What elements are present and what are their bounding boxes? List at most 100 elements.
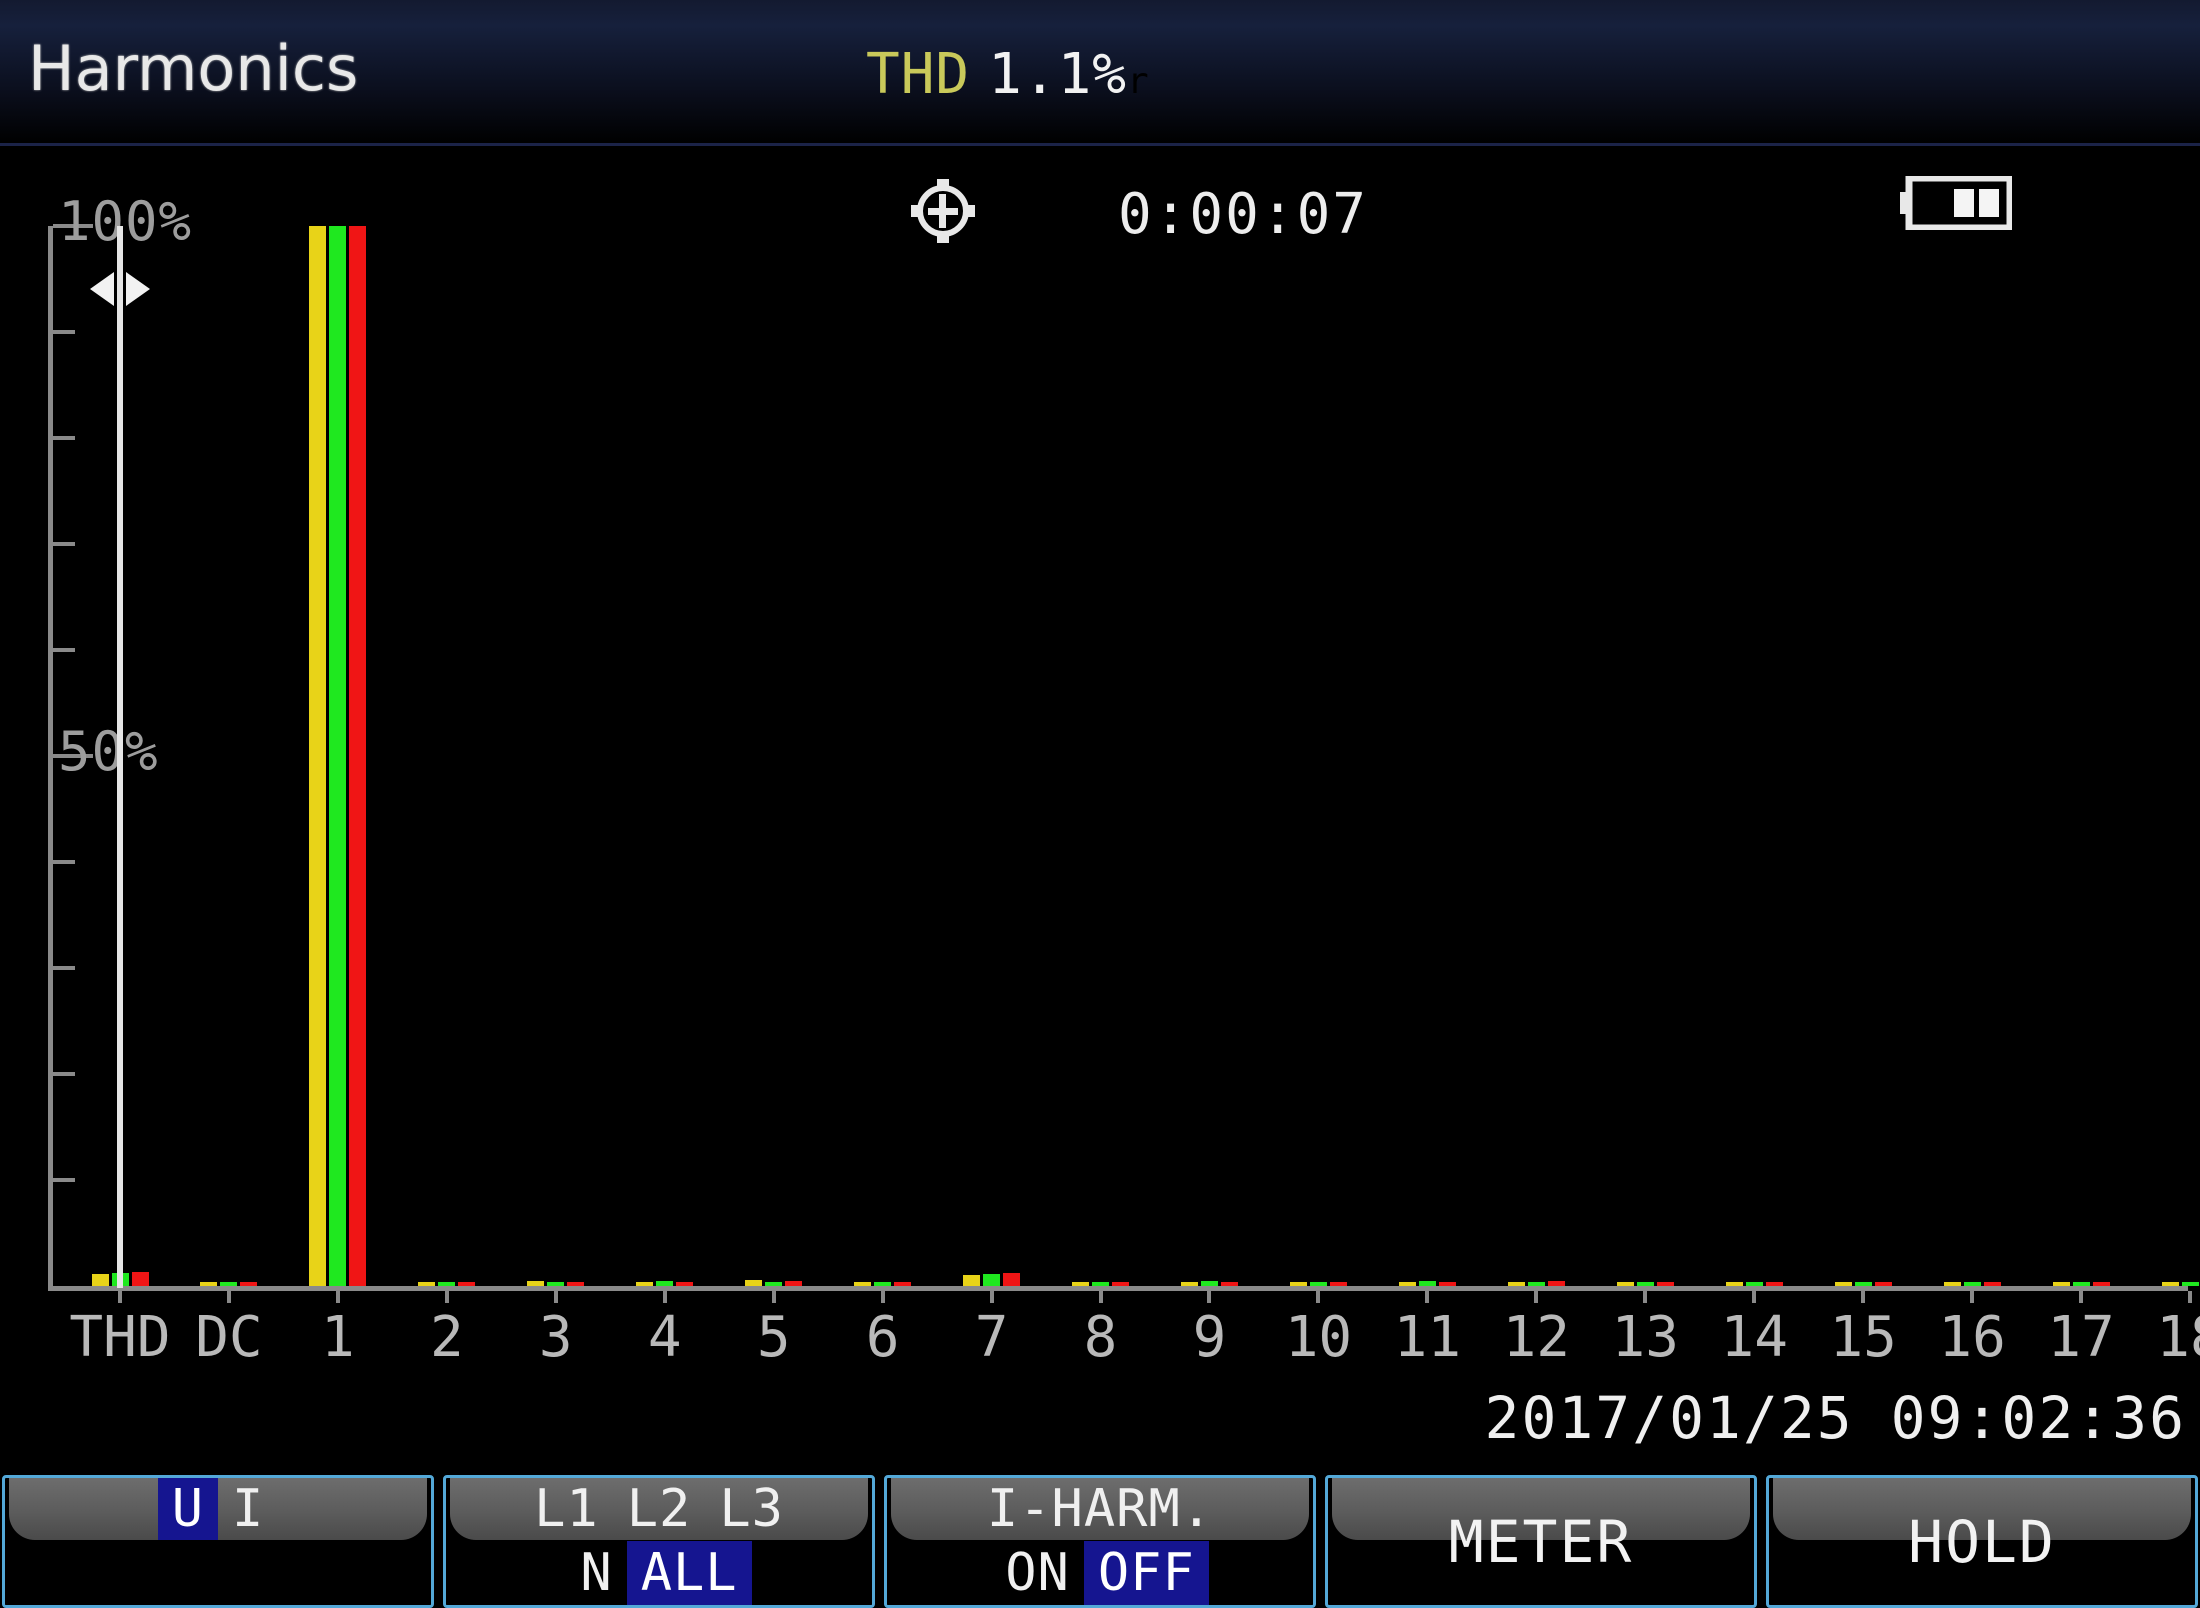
x-tick <box>118 1291 122 1303</box>
harmonic-bar <box>1200 1280 1218 1286</box>
harmonic-bar <box>1527 1281 1545 1286</box>
softkey-meter[interactable]: METER <box>1325 1475 1757 1608</box>
x-tick <box>771 1291 776 1303</box>
x-axis-label: 6 <box>865 1305 900 1370</box>
harmonic-bar <box>527 1280 545 1286</box>
harmonic-bar <box>1003 1273 1021 1286</box>
x-tick <box>1643 1291 1648 1303</box>
harmonic-bar <box>983 1274 1001 1286</box>
harmonic-bar <box>1398 1281 1416 1286</box>
x-tick <box>1207 1291 1212 1303</box>
softkey-bottom-row: N ALL <box>446 1540 872 1605</box>
datetime-readout: 2017/01/25 09:02:36 <box>1484 1384 2186 1452</box>
cursor-line[interactable] <box>117 226 123 1288</box>
harmonic-bar <box>2052 1282 2070 1286</box>
battery-icon <box>1900 176 2012 230</box>
harmonic-bar <box>200 1282 218 1286</box>
x-axis-label: 8 <box>1083 1305 1118 1370</box>
softkey-option[interactable]: I <box>218 1478 278 1541</box>
softkey-option[interactable]: L1 <box>520 1478 613 1541</box>
harmonic-bar <box>547 1281 565 1286</box>
softkey-signal-source[interactable]: UI <box>2 1475 434 1608</box>
harmonic-bar <box>1765 1281 1783 1286</box>
x-axis-label: 4 <box>647 1305 682 1370</box>
harmonic-bar <box>1963 1281 1981 1286</box>
softkey-option[interactable]: L3 <box>705 1478 798 1541</box>
x-tick <box>1098 1291 1103 1303</box>
harmonic-bar <box>1943 1282 1961 1286</box>
harmonic-bar <box>1112 1281 1130 1286</box>
harmonic-bar <box>349 226 367 1286</box>
harmonic-bar <box>1745 1282 1763 1286</box>
harmonic-bar <box>1854 1281 1872 1286</box>
x-tick <box>226 1291 231 1303</box>
softkey-label: METER <box>1448 1507 1634 1576</box>
softkey-phase-select[interactable]: L1 L2 L3 N ALL <box>443 1475 875 1608</box>
harmonic-bar <box>854 1282 872 1286</box>
x-tick <box>553 1291 558 1303</box>
x-tick <box>1534 1291 1539 1303</box>
harmonic-bar <box>1725 1281 1743 1286</box>
harmonic-bar <box>1180 1282 1198 1286</box>
harmonic-bar <box>329 226 347 1286</box>
harmonic-bar <box>636 1282 654 1286</box>
harmonic-bar <box>2181 1282 2199 1286</box>
cursor-arrows-icon[interactable] <box>82 268 158 310</box>
harmonic-bar <box>240 1281 258 1286</box>
x-axis-label: 1 <box>321 1305 355 1370</box>
x-axis-label: 17 <box>2047 1305 2115 1370</box>
x-axis <box>48 1286 2188 1291</box>
harmonic-bar <box>1220 1281 1238 1286</box>
x-tick <box>1861 1291 1866 1303</box>
x-axis-label: DC <box>195 1305 263 1370</box>
x-axis-label: 13 <box>1611 1305 1679 1370</box>
x-axis-label: 14 <box>1720 1305 1788 1370</box>
x-axis-label: 10 <box>1284 1305 1353 1370</box>
softkey-bottom-row <box>5 1540 431 1605</box>
harmonic-bar <box>91 1274 109 1286</box>
x-tick <box>1752 1291 1757 1303</box>
harmonic-bar <box>220 1282 238 1286</box>
harmonic-bar <box>2072 1282 2090 1286</box>
harmonic-bar <box>1309 1281 1327 1286</box>
softkey-top-bar: L1 L2 L3 <box>450 1478 868 1540</box>
page-title: Harmonics <box>28 32 359 105</box>
harmonic-bar <box>676 1281 694 1286</box>
softkey-option[interactable]: L2 <box>613 1478 706 1541</box>
thd-value: 1.1% <box>988 42 1128 107</box>
harmonic-bar <box>131 1272 149 1286</box>
harmonic-bar <box>1507 1282 1525 1286</box>
thd-label: THD <box>866 42 971 107</box>
harmonic-bar <box>567 1281 585 1286</box>
x-tick <box>1970 1291 1975 1303</box>
harmonic-bar <box>2092 1281 2110 1286</box>
softkey-option[interactable]: N <box>566 1541 626 1605</box>
harmonic-bar <box>1072 1281 1090 1286</box>
harmonic-bar <box>656 1280 674 1286</box>
harmonic-bar <box>1983 1281 2001 1286</box>
header-bar: Harmonics THD 1.1%r <box>0 0 2200 146</box>
harmonic-bar <box>458 1281 476 1286</box>
softkey-option[interactable]: ON <box>991 1541 1084 1605</box>
x-tick <box>880 1291 885 1303</box>
x-axis-label: THD <box>69 1305 171 1370</box>
softkey-option[interactable]: ALL <box>626 1540 752 1605</box>
softkey-i-harm[interactable]: I-HARM. ON OFF <box>884 1475 1316 1608</box>
x-tick <box>2188 1291 2192 1303</box>
x-axis-label: 11 <box>1393 1305 1462 1370</box>
x-axis-label: 5 <box>756 1305 791 1370</box>
softkey-option[interactable]: OFF <box>1083 1540 1209 1605</box>
x-tick <box>444 1291 449 1303</box>
harmonic-bar <box>1636 1281 1654 1286</box>
x-axis-label: 15 <box>1829 1305 1897 1370</box>
softkey-bottom-row: ON OFF <box>887 1540 1313 1605</box>
harmonic-bar <box>1092 1281 1110 1286</box>
x-axis-label: 16 <box>1938 1305 2006 1370</box>
softkey-hold[interactable]: HOLD <box>1766 1475 2198 1608</box>
thd-value-subscript: r <box>1127 61 1149 102</box>
harmonic-bar <box>1438 1281 1456 1286</box>
softkey-option[interactable]: I-HARM. <box>973 1478 1227 1541</box>
harmonic-bar <box>309 226 327 1286</box>
harmonic-bar <box>1874 1281 1892 1286</box>
softkey-option[interactable]: U <box>157 1478 218 1541</box>
